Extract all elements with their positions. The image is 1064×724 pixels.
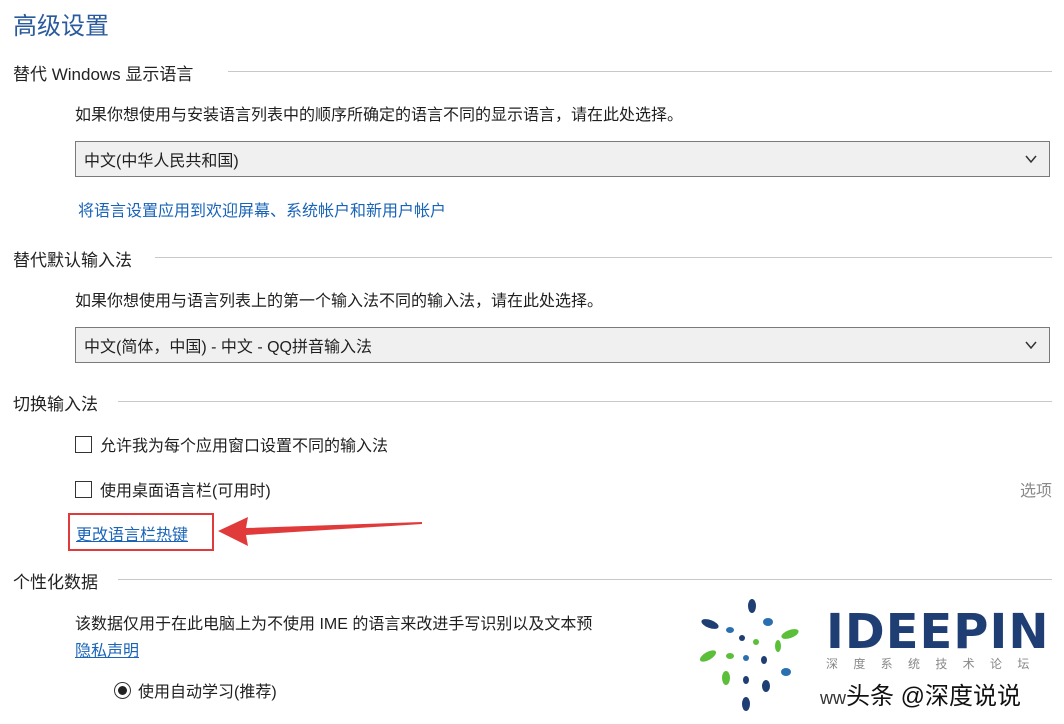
per-app-input-checkbox[interactable] — [75, 435, 92, 453]
section-divider — [118, 401, 1052, 402]
section-divider — [228, 71, 1052, 72]
input-method-select[interactable]: 中文(简体，中国) - 中文 - QQ拼音输入法 — [75, 327, 1050, 363]
language-bar-checkbox[interactable] — [75, 480, 92, 498]
ideepin-logo-subtext: 深 度 系 统 技 术 论 坛 — [826, 657, 1036, 671]
language-bar-options-link[interactable]: 选项 — [1020, 477, 1052, 501]
red-arrow-icon — [218, 517, 422, 546]
spiral-dots-logo-icon — [699, 599, 799, 711]
display-language-select[interactable]: 中文(中华人民共和国) — [75, 141, 1050, 177]
watermark-prefix: ww — [820, 688, 846, 708]
radio-row-auto-learn[interactable]: 使用自动学习(推荐) — [114, 678, 277, 702]
language-bar-label: 使用桌面语言栏(可用时) — [100, 483, 271, 500]
apply-settings-link[interactable]: 将语言设置应用到欢迎屏幕、系统帐户和新用户帐户 — [78, 197, 446, 221]
chevron-down-icon — [1025, 155, 1037, 164]
section-heading-input-method: 替代默认输入法 — [13, 251, 132, 270]
section-divider — [118, 579, 1052, 580]
display-language-selected-value: 中文(中华人民共和国) — [84, 153, 239, 170]
input-method-description: 如果你想使用与语言列表上的第一个输入法不同的输入法，请在此处选择。 — [75, 293, 604, 310]
personalization-description: 该数据仅用于在此电脑上为不使用 IME 的语言来改进手写识别以及文本预 — [75, 616, 593, 633]
input-method-selected-value: 中文(简体，中国) - 中文 - QQ拼音输入法 — [84, 339, 372, 356]
section-heading-personalization: 个性化数据 — [13, 573, 98, 592]
auto-learn-label: 使用自动学习(推荐) — [138, 684, 277, 701]
watermark: ww头条 @深度说说 — [820, 676, 1021, 711]
watermark-text: 头条 @深度说说 — [846, 683, 1022, 710]
ideepin-logo-text: IDEEPIN — [826, 604, 1050, 660]
privacy-statement-link[interactable]: 隐私声明 — [75, 637, 139, 661]
section-divider — [155, 257, 1052, 258]
chevron-down-icon — [1025, 341, 1037, 350]
display-language-description: 如果你想使用与安装语言列表中的顺序所确定的语言不同的显示语言，请在此处选择。 — [75, 107, 684, 124]
annotation-highlight-box — [68, 513, 214, 551]
per-app-input-label: 允许我为每个应用窗口设置不同的输入法 — [100, 438, 389, 455]
checkbox-row-language-bar[interactable]: 使用桌面语言栏(可用时) — [75, 477, 271, 501]
auto-learn-radio[interactable] — [114, 681, 131, 699]
section-heading-display-language: 替代 Windows 显示语言 — [13, 65, 194, 84]
checkbox-row-per-app-input[interactable]: 允许我为每个应用窗口设置不同的输入法 — [75, 432, 388, 456]
section-heading-switch-input: 切换输入法 — [13, 395, 98, 414]
page-title: 高级设置 — [13, 13, 109, 40]
